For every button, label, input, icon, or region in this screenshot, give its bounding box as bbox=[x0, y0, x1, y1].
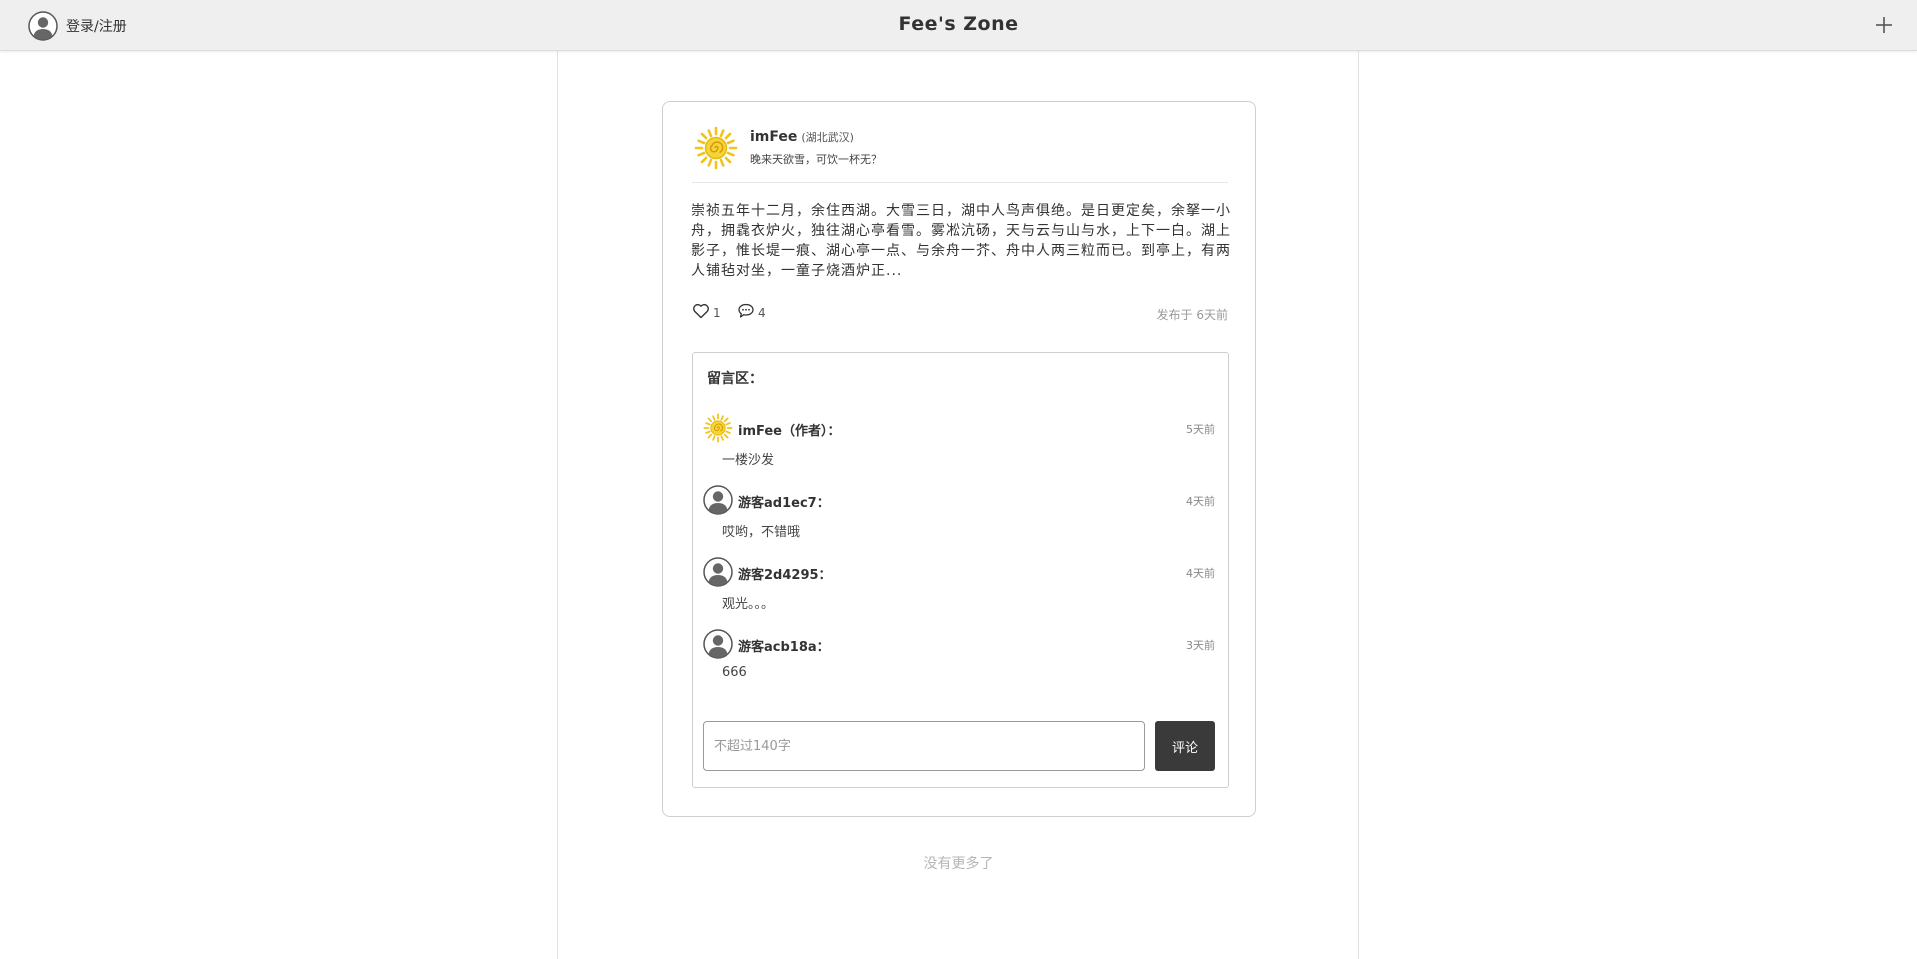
comment-author[interactable]: 游客acb18a： bbox=[738, 636, 830, 655]
comment-item: 游客ad1ec7： 4天前 哎哟，不错哦 bbox=[703, 485, 1215, 541]
comment-time: 4天前 bbox=[1186, 495, 1215, 508]
like-button[interactable]: 1 bbox=[692, 302, 721, 320]
user-avatar-icon bbox=[703, 629, 733, 659]
user-avatar-icon bbox=[703, 557, 733, 587]
post-author[interactable]: imFee (湖北武汉) bbox=[750, 129, 854, 145]
comment-author[interactable]: 游客2d4295： bbox=[738, 564, 832, 583]
sun-icon bbox=[703, 413, 733, 443]
comment-input[interactable] bbox=[703, 721, 1145, 771]
author-signature: 晚来天欲雪，可饮一杯无？ bbox=[750, 153, 882, 166]
user-avatar-icon bbox=[703, 485, 733, 515]
comment-author[interactable]: imFee（作者）： bbox=[738, 420, 841, 439]
post-card: imFee (湖北武汉) 晚来天欲雪，可饮一杯无？ 崇祯五年十二月，余住西湖。大雪… bbox=[662, 101, 1256, 817]
post-body[interactable]: 崇祯五年十二月，余住西湖。大雪三日，湖中人鸟声俱绝。是日更定矣，余拏一小舟，拥毳… bbox=[691, 201, 1231, 281]
comment-icon bbox=[738, 303, 754, 318]
comment-item: 游客acb18a： 3天前 666 bbox=[703, 629, 1215, 685]
comment-time: 5天前 bbox=[1186, 423, 1215, 436]
author-location: (湖北武汉) bbox=[801, 131, 854, 144]
user-avatar-icon bbox=[28, 11, 58, 41]
post-time: 发布于 6天前 bbox=[1156, 308, 1228, 322]
top-navbar: 登录/注册 Fee's Zone bbox=[0, 0, 1917, 51]
login-register-label: 登录/注册 bbox=[66, 19, 127, 35]
like-count: 1 bbox=[713, 305, 721, 320]
author-name: imFee bbox=[750, 129, 798, 145]
comment-author[interactable]: 游客ad1ec7： bbox=[738, 492, 830, 511]
heart-icon bbox=[693, 303, 709, 319]
comment-button[interactable]: 4 bbox=[737, 302, 766, 320]
comment-time: 4天前 bbox=[1186, 567, 1215, 580]
post-header: imFee (湖北武汉) 晚来天欲雪，可饮一杯无？ bbox=[692, 124, 1228, 183]
site-title[interactable]: Fee's Zone bbox=[899, 13, 1019, 35]
comment-text: 666 bbox=[722, 665, 747, 680]
login-register-link[interactable]: 登录/注册 bbox=[28, 11, 127, 41]
comment-item: imFee（作者）： 5天前 一楼沙发 bbox=[703, 413, 1215, 469]
comment-count: 4 bbox=[758, 305, 766, 320]
sun-icon bbox=[694, 126, 738, 170]
comment-text: 哎哟，不错哦 bbox=[722, 525, 801, 540]
comment-section-title: 留言区： bbox=[707, 371, 763, 387]
comment-time: 3天前 bbox=[1186, 639, 1215, 652]
plus-icon[interactable] bbox=[1871, 12, 1897, 38]
submit-comment-button[interactable]: 评论 bbox=[1155, 721, 1215, 771]
comment-section: 留言区： imFee（作者）： 5天前 一楼沙发 游客ad1ec7： 4天前 哎… bbox=[692, 352, 1229, 788]
comment-text: 一楼沙发 bbox=[722, 453, 775, 468]
post-actions: 1 4 发布于 6天前 bbox=[692, 302, 1228, 324]
comment-item: 游客2d4295： 4天前 观光。。。 bbox=[703, 557, 1215, 613]
comment-text: 观光。。。 bbox=[722, 597, 775, 612]
